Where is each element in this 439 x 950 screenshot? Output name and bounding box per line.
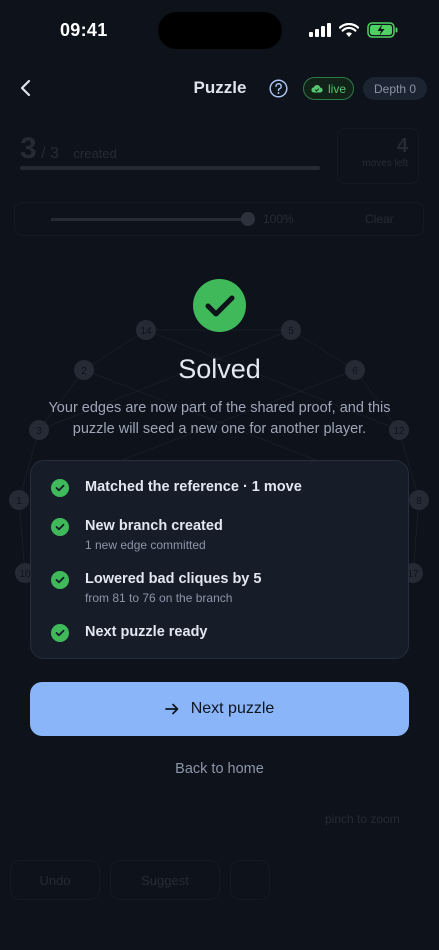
moves-box: 4 moves left	[337, 128, 419, 184]
graph-node-label: 14	[140, 326, 152, 337]
app-header: Puzzle live Depth 0	[0, 70, 439, 106]
next-puzzle-button[interactable]: Next puzzle	[30, 682, 409, 736]
slider-track	[51, 218, 251, 221]
dynamic-island	[158, 12, 282, 49]
status-time: 09:41	[60, 20, 108, 40]
slider-value: 100%	[263, 212, 294, 226]
solved-title: Solved	[178, 354, 261, 384]
progress-total: / 3	[41, 145, 59, 162]
arrow-right-icon	[164, 703, 179, 715]
summary-item-title: New branch created	[85, 518, 223, 534]
result-summary-card: Matched the reference · 1 move New branc…	[30, 460, 409, 659]
progress-label: created	[73, 146, 117, 161]
back-to-home-link[interactable]: Back to home	[0, 761, 439, 777]
success-check-icon	[193, 279, 246, 332]
depth-label: Depth 0	[373, 81, 417, 96]
summary-item-detail: 1 new edge committed	[85, 538, 206, 552]
progress-counter: 3 / 3 created	[20, 132, 320, 182]
graph-node-label: 17	[407, 569, 419, 580]
moves-label: moves left	[362, 158, 408, 169]
live-status-badge: live	[303, 77, 354, 100]
solved-description: Your edges are now part of the shared pr…	[48, 400, 391, 437]
progress-bar	[20, 166, 320, 170]
checkmark-icon	[205, 295, 234, 316]
graph-node-label: 5	[288, 326, 294, 337]
check-circle-icon	[51, 518, 69, 536]
graph-node-label: 8	[416, 496, 422, 507]
progress-current: 3	[20, 132, 37, 165]
signal-icon	[309, 23, 331, 37]
pinch-hint: pinch to zoom	[325, 812, 400, 826]
help-button[interactable]	[269, 79, 288, 98]
more-chip	[230, 860, 270, 900]
live-label: live	[327, 81, 346, 96]
status-icons	[309, 22, 399, 38]
check-circle-icon	[51, 624, 69, 642]
graph-node-label: 1	[16, 496, 22, 507]
back-button[interactable]	[14, 76, 36, 100]
zoom-slider-row: 100% Clear	[14, 202, 424, 236]
moves-count: 4	[396, 135, 408, 157]
summary-item-detail: from 81 to 76 on the branch	[85, 591, 233, 605]
status-bar: 09:41	[0, 0, 439, 60]
undo-chip: Undo	[10, 860, 100, 900]
suggest-chip: Suggest	[110, 860, 220, 900]
wifi-icon	[339, 22, 359, 37]
battery-charging-icon	[367, 22, 398, 38]
check-circle-icon	[51, 479, 69, 497]
check-circle-icon	[51, 571, 69, 589]
cloud-check-icon	[311, 85, 323, 93]
next-puzzle-label: Next puzzle	[190, 700, 275, 717]
page-title: Puzzle	[193, 78, 247, 97]
background-toolbar: Undo Suggest	[10, 860, 430, 900]
summary-item-title: Matched the reference · 1 move	[85, 479, 302, 495]
question-circle-icon	[269, 79, 288, 98]
chevron-left-icon	[20, 79, 31, 97]
depth-badge: Depth 0	[363, 77, 427, 100]
summary-item-title: Next puzzle ready	[85, 624, 208, 640]
clear-label: Clear	[365, 212, 394, 226]
summary-item-title: Lowered bad cliques by 5	[85, 571, 262, 587]
slider-knob	[241, 212, 255, 226]
